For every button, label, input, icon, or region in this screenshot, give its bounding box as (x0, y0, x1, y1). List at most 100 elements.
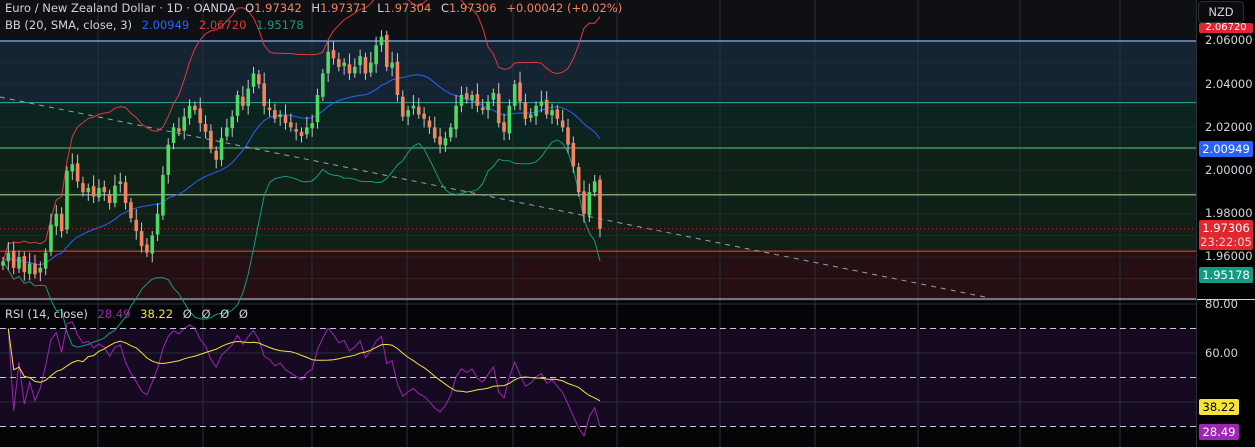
candle-body (491, 92, 496, 100)
price-axis[interactable]: 2.06720 2.06000 2.04000 2.02000 2.00949 … (1196, 0, 1255, 447)
candle-body (203, 123, 208, 132)
candle-body (486, 101, 490, 111)
candle-body (257, 74, 261, 85)
candle-body (550, 110, 554, 116)
candle-body (273, 110, 277, 119)
rsi-tick: 80.00 (1205, 297, 1238, 311)
price-chart[interactable] (0, 0, 1196, 447)
candle-body (400, 96, 405, 117)
candle-body (416, 106, 421, 115)
rsi-extra: Ø (220, 307, 230, 321)
candle-body (166, 144, 171, 175)
candle-body (438, 136, 442, 145)
candle-body (187, 105, 192, 119)
candle-body (470, 95, 474, 101)
candle-body (310, 123, 314, 129)
candle-body (129, 202, 133, 219)
ohlc-low: L1.97304 (377, 1, 431, 15)
last-price-badge: 1.97306 23:22:05 (1199, 220, 1253, 250)
candle-body (507, 105, 512, 134)
high-value: 1.97371 (320, 1, 368, 15)
candle-body (454, 105, 458, 130)
candle-body (358, 56, 362, 66)
candle-body (182, 116, 187, 131)
candle-body (342, 62, 346, 67)
currency-button[interactable]: NZD (1198, 1, 1244, 23)
candle-body (512, 84, 517, 106)
candle-body (17, 257, 21, 269)
bar-countdown: 23:22:05 (1200, 235, 1252, 249)
candle-body (299, 131, 304, 137)
candle-body (555, 109, 560, 119)
last-price: 1.97306 (1202, 221, 1250, 235)
candle-body (347, 64, 352, 74)
candle-body (75, 163, 80, 182)
candle-body (598, 179, 602, 229)
bb-upper-value: 2.06720 (198, 18, 247, 32)
candle-body (38, 267, 43, 273)
candle-body (475, 94, 480, 106)
candle-body (523, 102, 528, 119)
candle-body (528, 114, 533, 118)
candle-body (22, 256, 27, 273)
price-tick: 2.06000 (1205, 33, 1253, 47)
rsi-extra: Ø (182, 307, 192, 321)
candle-body (230, 116, 235, 129)
candle-body (102, 187, 107, 193)
lower-band-badge: 1.95178 (1199, 267, 1253, 283)
candle-body (1, 261, 5, 266)
candle-body (560, 120, 565, 128)
candle-body (86, 187, 91, 193)
candle-body (6, 252, 11, 262)
candle-body (65, 170, 69, 230)
candle-body (209, 130, 213, 149)
upper-band-badge: 2.06720 (1199, 23, 1253, 33)
candle-body (91, 186, 96, 197)
open-value: 1.97342 (254, 1, 302, 15)
close-label: C (440, 1, 449, 15)
bb-legend[interactable]: BB (20, SMA, close, 3) 2.00949 2.06720 1… (5, 18, 310, 32)
candle-body (193, 105, 197, 111)
candle-body (262, 83, 266, 106)
candle-body (11, 250, 16, 268)
candle-body (384, 34, 389, 67)
candle-body (294, 129, 298, 132)
candle-body (592, 181, 597, 193)
candle-body (502, 122, 506, 132)
close-value: 1.97306 (448, 1, 497, 15)
candle-body (411, 105, 416, 109)
open-label: O (245, 1, 255, 15)
candle-body (518, 82, 522, 102)
candle-body (363, 56, 368, 74)
price-tick: 2.02000 (1205, 120, 1253, 134)
candle-body (374, 45, 378, 65)
candle-body (496, 93, 501, 124)
candle-body (97, 187, 101, 198)
symbol-legend: Euro / New Zealand Dollar · 1D · OANDA O… (5, 1, 628, 15)
candle-body (331, 50, 336, 59)
price-tick: 2.00000 (1205, 163, 1253, 177)
candle-body (464, 93, 469, 100)
candle-body (171, 127, 176, 143)
candle-body (283, 115, 288, 124)
rsi-legend[interactable]: RSI (14, close) 28.49 38.22 Ø Ø Ø Ø (5, 307, 254, 321)
price-tick: 1.96000 (1205, 249, 1253, 263)
candle-body (267, 107, 272, 111)
bb-basis-value: 2.00949 (141, 18, 190, 32)
candle-body (27, 263, 32, 274)
candle-body (448, 127, 453, 138)
candle-body (214, 150, 219, 160)
high-label: H (311, 1, 321, 15)
zone-red (0, 251, 1196, 299)
rsi-ma-badge: 38.22 (1199, 399, 1239, 415)
rsi-label: RSI (14, close) (5, 307, 88, 321)
candle-body (395, 61, 400, 95)
candle-body (241, 96, 245, 106)
rsi-extra: Ø (238, 307, 248, 321)
rsi-ma-value: 38.22 (140, 307, 174, 321)
candle-body (134, 219, 139, 232)
candle-body (70, 164, 75, 172)
candle-body (278, 114, 282, 118)
price-tick: 1.98000 (1205, 206, 1253, 220)
candle-body (139, 231, 144, 247)
